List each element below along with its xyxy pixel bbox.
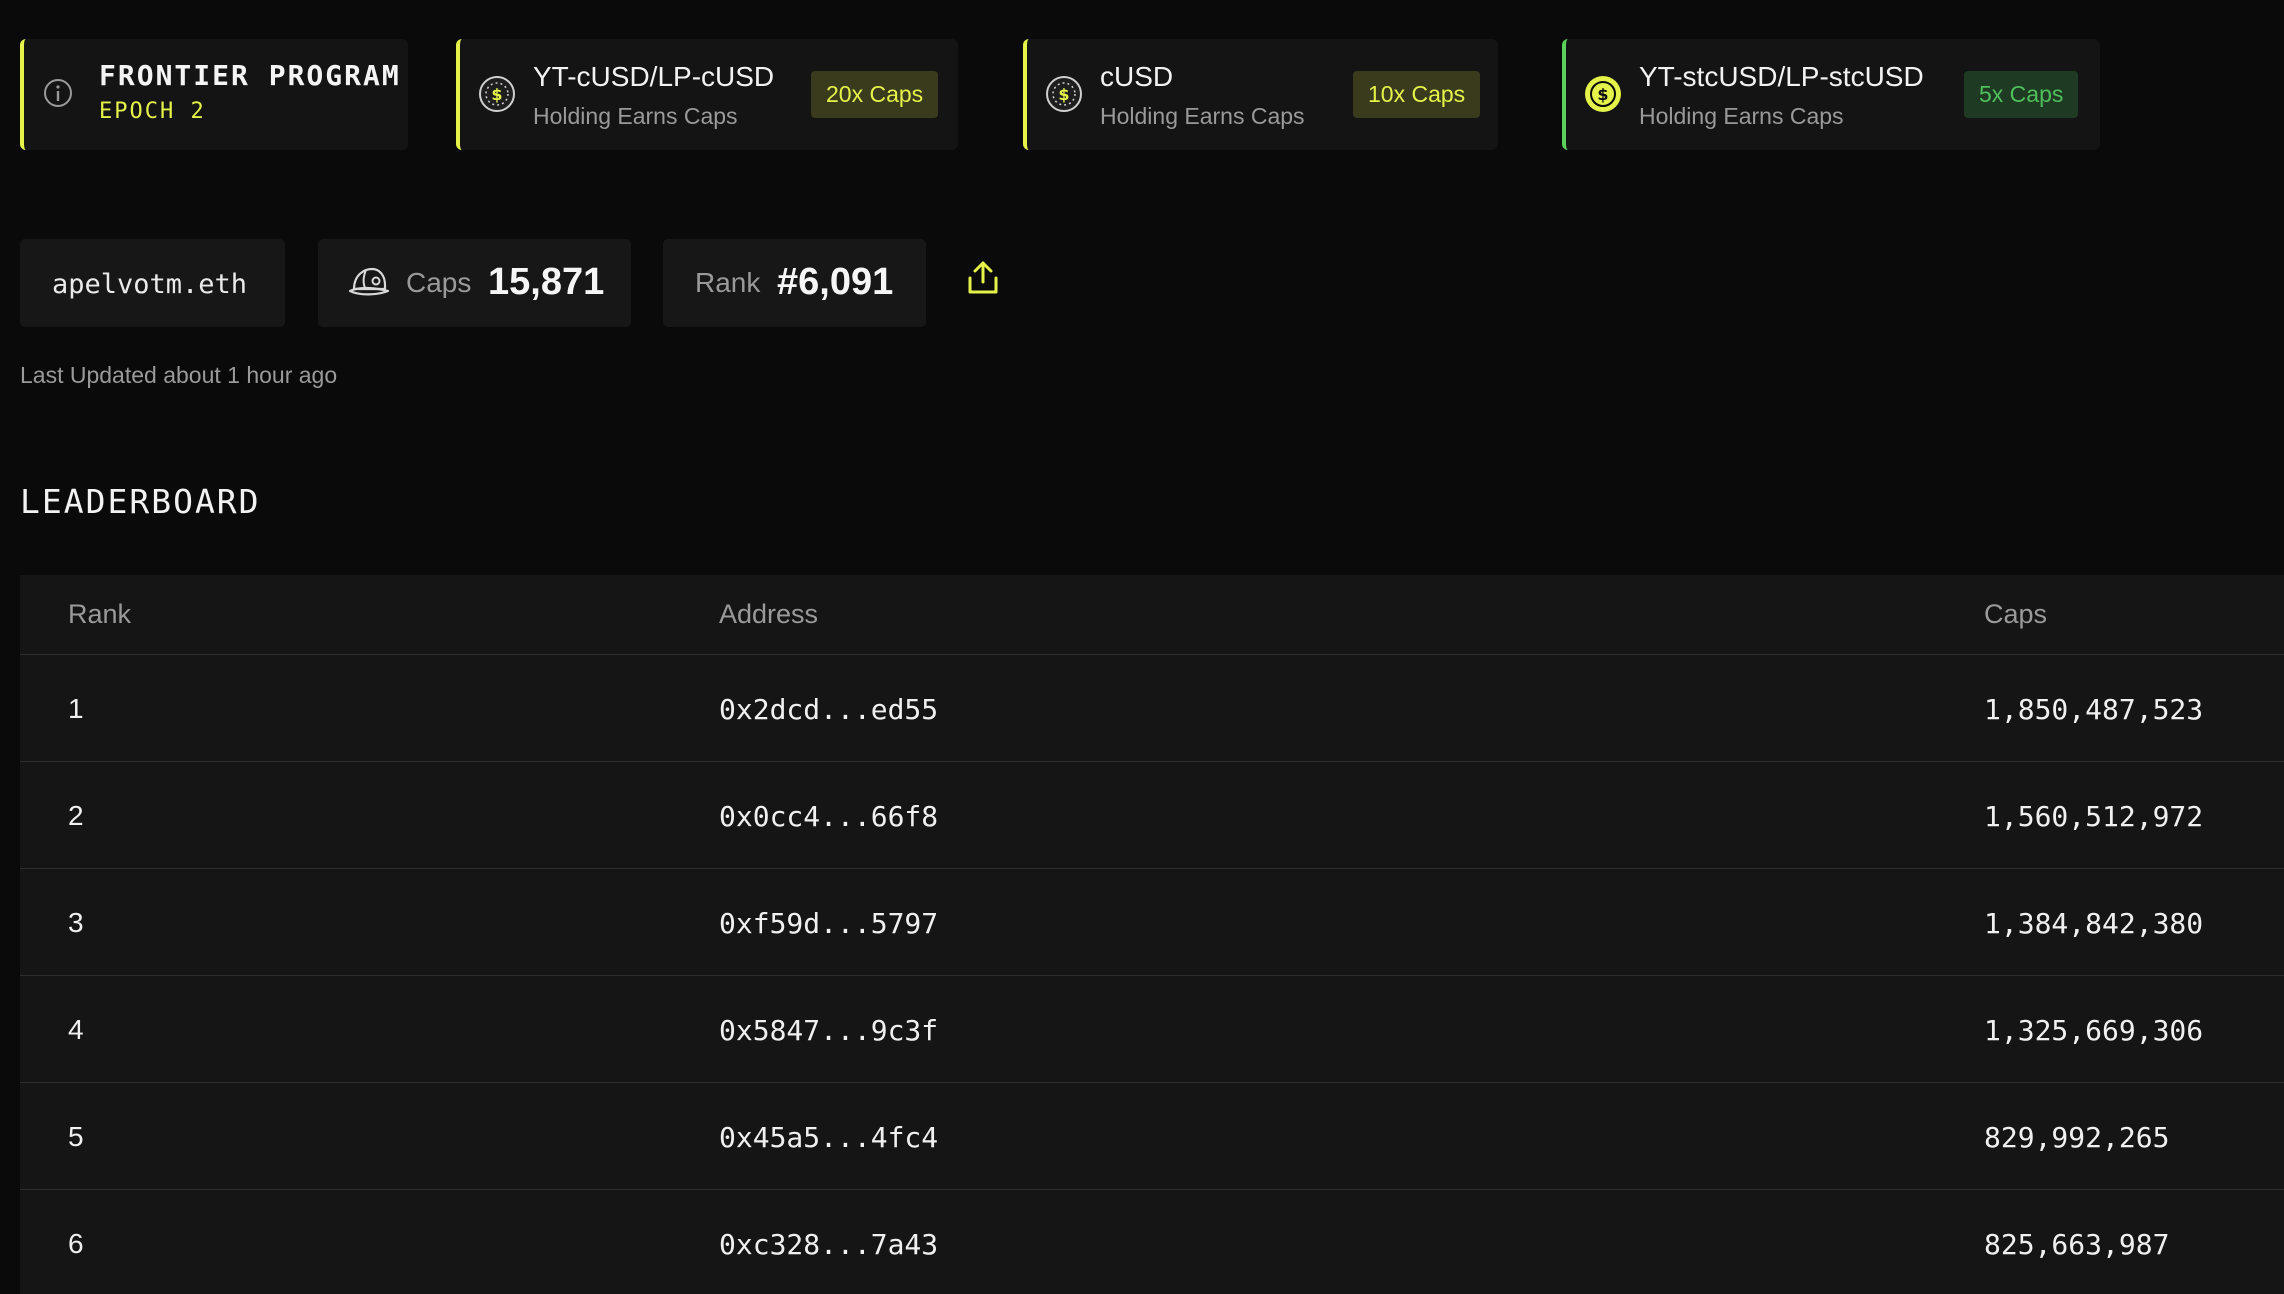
info-icon[interactable] xyxy=(42,77,74,109)
token-card-cusd: $ cUSD Holding Earns Caps 10x Caps xyxy=(1023,39,1498,150)
row-address[interactable]: 0x0cc4...66f8 xyxy=(719,800,938,833)
row-caps: 1,384,842,380 xyxy=(1984,907,2204,940)
svg-text:$: $ xyxy=(491,85,502,104)
column-header-address[interactable]: Address xyxy=(719,599,818,630)
share-icon[interactable] xyxy=(966,260,1000,296)
caps-label: Caps xyxy=(406,267,472,298)
user-rank-box: Rank #6,091 xyxy=(663,239,926,327)
row-rank: 4 xyxy=(68,1014,84,1045)
table-row[interactable]: 3 0xf59d...5797 1,384,842,380 xyxy=(20,869,2284,976)
frontier-program-card[interactable]: FRONTIER PROGRAM EPOCH 2 xyxy=(20,39,408,150)
row-rank: 5 xyxy=(68,1121,84,1152)
row-address[interactable]: 0xc328...7a43 xyxy=(719,1228,938,1261)
token-card-yt-stcusd: $ YT-stcUSD/LP-stcUSD Holding Earns Caps… xyxy=(1562,39,2100,150)
cap-icon xyxy=(348,267,390,296)
table-row[interactable]: 4 0x5847...9c3f 1,325,669,306 xyxy=(20,976,2284,1083)
row-rank: 2 xyxy=(68,800,84,831)
row-address[interactable]: 0x2dcd...ed55 xyxy=(719,693,938,726)
row-address[interactable]: 0xf59d...5797 xyxy=(719,907,938,940)
token-name: cUSD xyxy=(1100,61,1174,92)
dollar-coin-icon: $ xyxy=(1585,76,1621,112)
rank-label: Rank xyxy=(695,267,761,298)
row-address[interactable]: 0x5847...9c3f xyxy=(719,1014,938,1047)
page: FRONTIER PROGRAM EPOCH 2 $ YT-cUSD/LP-cU… xyxy=(0,0,2284,1294)
token-subtitle: Holding Earns Caps xyxy=(533,103,738,129)
row-caps: 829,992,265 xyxy=(1984,1121,2170,1154)
row-caps: 1,560,512,972 xyxy=(1984,800,2204,833)
caps-value: 15,871 xyxy=(488,261,605,303)
table-row[interactable]: 2 0x0cc4...66f8 1,560,512,972 xyxy=(20,762,2284,869)
token-name: YT-cUSD/LP-cUSD xyxy=(533,61,775,92)
svg-text:$: $ xyxy=(1058,85,1069,104)
row-caps: 1,850,487,523 xyxy=(1984,693,2204,726)
dollar-coin-icon: $ xyxy=(479,76,515,112)
table-row[interactable]: 6 0xc328...7a43 825,663,987 xyxy=(20,1190,2284,1294)
svg-text:$: $ xyxy=(1597,85,1608,104)
rank-value: #6,091 xyxy=(777,261,894,303)
column-header-rank[interactable]: Rank xyxy=(68,599,131,630)
row-address[interactable]: 0x45a5...4fc4 xyxy=(719,1121,938,1154)
row-rank: 1 xyxy=(68,693,84,724)
program-title: FRONTIER PROGRAM xyxy=(99,59,401,92)
caps-multiplier-badge: 10x Caps xyxy=(1353,71,1481,118)
token-subtitle: Holding Earns Caps xyxy=(1100,103,1305,129)
leaderboard-table: Rank Address Caps 1 0x2dcd...ed55 1,850,… xyxy=(20,575,2284,1294)
user-ens-box: apelvotm.eth xyxy=(20,239,285,327)
token-subtitle: Holding Earns Caps xyxy=(1639,103,1844,129)
table-header: Rank Address Caps xyxy=(20,575,2284,655)
row-rank: 6 xyxy=(68,1228,84,1259)
row-caps: 825,663,987 xyxy=(1984,1228,2170,1261)
caps-multiplier-badge: 5x Caps xyxy=(1964,71,2079,118)
row-caps: 1,325,669,306 xyxy=(1984,1014,2204,1047)
last-updated-text: Last Updated about 1 hour ago xyxy=(20,362,338,388)
token-card-yt-cusd: $ YT-cUSD/LP-cUSD Holding Earns Caps 20x… xyxy=(456,39,958,150)
caps-multiplier-badge: 20x Caps xyxy=(811,71,939,118)
column-header-caps[interactable]: Caps xyxy=(1984,599,2047,630)
dollar-coin-icon: $ xyxy=(1046,76,1082,112)
user-ens-name: apelvotm.eth xyxy=(52,269,248,300)
table-row[interactable]: 1 0x2dcd...ed55 1,850,487,523 xyxy=(20,655,2284,762)
leaderboard-title: LEADERBOARD xyxy=(20,482,261,521)
table-row[interactable]: 5 0x45a5...4fc4 829,992,265 xyxy=(20,1083,2284,1190)
row-rank: 3 xyxy=(68,907,84,938)
program-epoch: EPOCH 2 xyxy=(99,99,206,124)
user-caps-box: Caps 15,871 xyxy=(318,239,631,327)
token-name: YT-stcUSD/LP-stcUSD xyxy=(1639,61,1924,92)
